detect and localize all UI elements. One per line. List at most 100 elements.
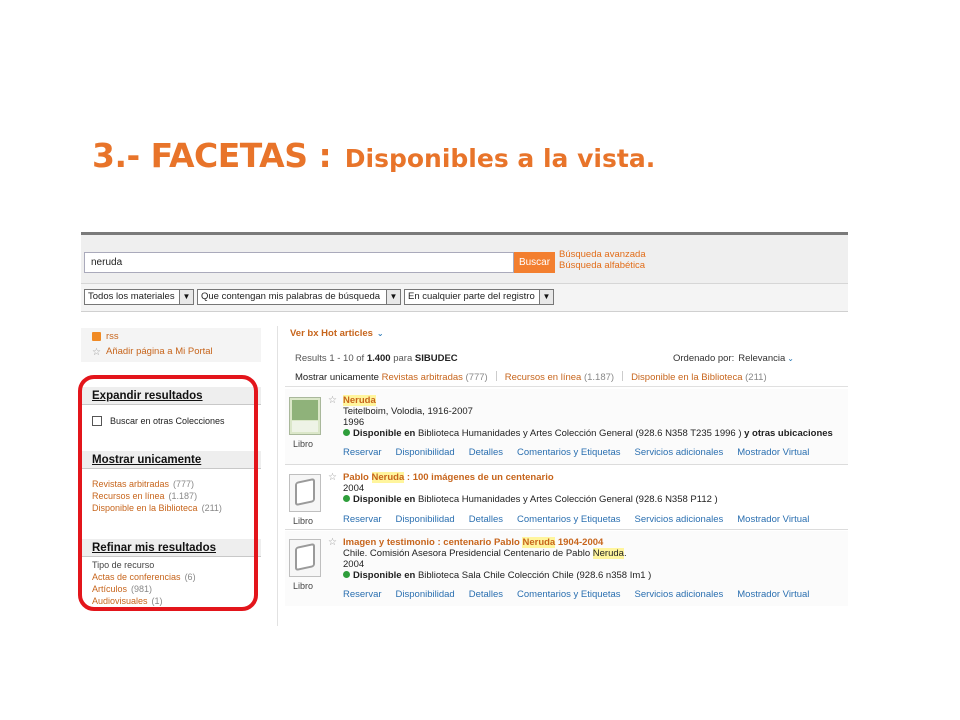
- availability-link[interactable]: Disponibilidad: [396, 514, 455, 525]
- details-link[interactable]: Detalles: [469, 589, 503, 600]
- results-count-prefix: Results 1 - 10 of: [295, 353, 365, 364]
- resource-type-label: Tipo de recurso: [92, 560, 155, 570]
- availability-text: Biblioteca Sala Chile Colección Chile (9…: [417, 570, 652, 581]
- availability-label: Disponible en: [353, 494, 416, 505]
- title-highlight: Neruda: [343, 395, 376, 406]
- chevron-down-icon: ⌄: [787, 354, 794, 363]
- reserve-link[interactable]: Reservar: [343, 589, 382, 600]
- details-link[interactable]: Detalles: [469, 447, 503, 458]
- star-icon[interactable]: ☆: [328, 537, 337, 548]
- divider: [622, 371, 624, 381]
- result-actions: Reservar Disponibilidad Detalles Comentario…: [343, 447, 823, 458]
- quick-filter-online[interactable]: Recursos en línea: [505, 372, 582, 383]
- author-text: Chile. Comisión Asesora Presidencial Cen…: [343, 548, 593, 559]
- quick-filter-peer-reviewed[interactable]: Revistas arbitradas: [382, 372, 463, 383]
- item-type: Libro: [293, 516, 314, 526]
- services-link[interactable]: Servicios adicionales: [635, 589, 724, 600]
- chevron-down-icon: ▼: [179, 290, 193, 304]
- author-highlight: Neruda: [592, 548, 624, 559]
- portal-link[interactable]: Añadir página a Mi Portal: [106, 346, 213, 357]
- availability-text: Biblioteca Humanidades y Artes Colección…: [417, 428, 742, 439]
- quick-filter-library[interactable]: Disponible en la Biblioteca: [631, 372, 742, 383]
- result-title[interactable]: Pablo Neruda : 100 imágenes de un centen…: [343, 472, 554, 483]
- material-select[interactable]: Todos los materiales ▼: [84, 289, 194, 305]
- virtual-desk-link[interactable]: Mostrador Virtual: [737, 447, 809, 458]
- availability-link[interactable]: Disponibilidad: [396, 589, 455, 600]
- book-icon: [295, 477, 315, 507]
- facet-label: Audiovisuales: [92, 596, 148, 606]
- divider: [277, 326, 278, 626]
- words-select[interactable]: Que contengan mis palabras de búsqueda ▼: [197, 289, 401, 305]
- result-title[interactable]: Neruda: [343, 395, 376, 406]
- facet-audiovisual[interactable]: Audiovisuales (1): [92, 596, 163, 606]
- results-source: SIBUDEC: [414, 353, 458, 364]
- facet-peer-reviewed[interactable]: Revistas arbitradas (777): [92, 479, 194, 489]
- virtual-desk-link[interactable]: Mostrador Virtual: [737, 514, 809, 525]
- services-link[interactable]: Servicios adicionales: [635, 514, 724, 525]
- facet-conference-proceedings[interactable]: Actas de conferencias (6): [92, 572, 196, 582]
- comments-link[interactable]: Comentarios y Etiquetas: [517, 447, 621, 458]
- facet-articles[interactable]: Artículos (981): [92, 584, 152, 594]
- item-type: Libro: [293, 439, 314, 449]
- result-year: 1996: [343, 417, 365, 428]
- result-title[interactable]: Imagen y testimonio : centenario Pablo N…: [343, 537, 603, 548]
- facet-count: (1.187): [168, 491, 198, 501]
- reserve-link[interactable]: Reservar: [343, 447, 382, 458]
- comments-link[interactable]: Comentarios y Etiquetas: [517, 589, 621, 600]
- other-collections-label: Buscar en otras Colecciones: [110, 416, 225, 426]
- sort-control[interactable]: Ordenado por: Relevancia ⌄: [673, 353, 794, 364]
- search-options: Todos los materiales ▼ Que contengan mis…: [81, 284, 848, 311]
- details-link[interactable]: Detalles: [469, 514, 503, 525]
- cover-thumbnail[interactable]: [289, 539, 321, 577]
- available-icon: [343, 571, 350, 578]
- sort-label: Ordenado por:: [673, 353, 735, 364]
- title-highlight: Neruda: [522, 537, 556, 548]
- result-author: Teitelboim, Volodia, 1916-2007: [343, 406, 473, 417]
- title-text: Imagen y testimonio : centenario Pablo: [343, 537, 523, 548]
- reserve-link[interactable]: Reservar: [343, 514, 382, 525]
- star-icon[interactable]: ☆: [328, 395, 337, 406]
- search-button[interactable]: Buscar: [514, 252, 555, 273]
- quick-filters-label: Mostrar unicamente: [295, 372, 379, 383]
- facet-label: Revistas arbitradas: [92, 479, 170, 489]
- facet-label: Actas de conferencias: [92, 572, 181, 582]
- availability-link[interactable]: Disponibilidad: [396, 447, 455, 458]
- quick-filter-count: (1.187): [583, 372, 615, 383]
- alphabetic-search-link[interactable]: Búsqueda alfabética: [559, 260, 646, 271]
- availability-extra[interactable]: y otras ubicaciones: [744, 428, 833, 439]
- divider: [81, 311, 848, 312]
- comments-link[interactable]: Comentarios y Etiquetas: [517, 514, 621, 525]
- advanced-search-link[interactable]: Búsqueda avanzada: [559, 249, 646, 260]
- star-icon[interactable]: ☆: [328, 472, 337, 483]
- results-total: 1.400: [366, 353, 391, 364]
- field-select-value: En cualquier parte del registro: [408, 291, 535, 302]
- hot-articles-link[interactable]: Ver bx Hot articles ⌄: [290, 328, 384, 339]
- facet-online-resources[interactable]: Recursos en línea (1.187): [92, 491, 197, 501]
- other-collections-checkbox[interactable]: [92, 416, 102, 426]
- material-select-value: Todos los materiales: [88, 291, 175, 302]
- result-author: Chile. Comisión Asesora Presidencial Cen…: [343, 548, 627, 559]
- facet-count: (6): [184, 572, 196, 582]
- cover-thumbnail[interactable]: [289, 474, 321, 512]
- results-count: Results 1 - 10 of 1.400 para SIBUDEC: [295, 353, 458, 364]
- rss-link[interactable]: rss: [106, 331, 119, 342]
- facet-count: (981): [131, 584, 153, 594]
- divider: [495, 371, 497, 381]
- cover-thumbnail[interactable]: [289, 397, 321, 435]
- services-link[interactable]: Servicios adicionales: [635, 447, 724, 458]
- field-select[interactable]: En cualquier parte del registro ▼: [404, 289, 554, 305]
- slide-title-sub: Disponibles a la vista.: [344, 144, 656, 173]
- availability-label: Disponible en: [353, 570, 416, 581]
- expand-heading: Expandir resultados: [81, 387, 261, 405]
- item-type: Libro: [293, 581, 314, 591]
- divider: [285, 386, 848, 387]
- virtual-desk-link[interactable]: Mostrador Virtual: [737, 589, 809, 600]
- facet-label: Recursos en línea: [92, 491, 165, 501]
- divider: [285, 529, 848, 530]
- facet-available-library[interactable]: Disponible en la Biblioteca (211): [92, 503, 222, 513]
- search-input[interactable]: neruda: [84, 252, 514, 273]
- result-item: Libro ☆ Neruda Teitelboim, Volodia, 1916…: [285, 389, 848, 464]
- availability-text: Biblioteca Humanidades y Artes Colección…: [417, 494, 718, 505]
- catalog-screenshot: neruda Buscar Búsqueda avanzada Búsqueda…: [78, 232, 848, 632]
- facet-label: Disponible en la Biblioteca: [92, 503, 198, 513]
